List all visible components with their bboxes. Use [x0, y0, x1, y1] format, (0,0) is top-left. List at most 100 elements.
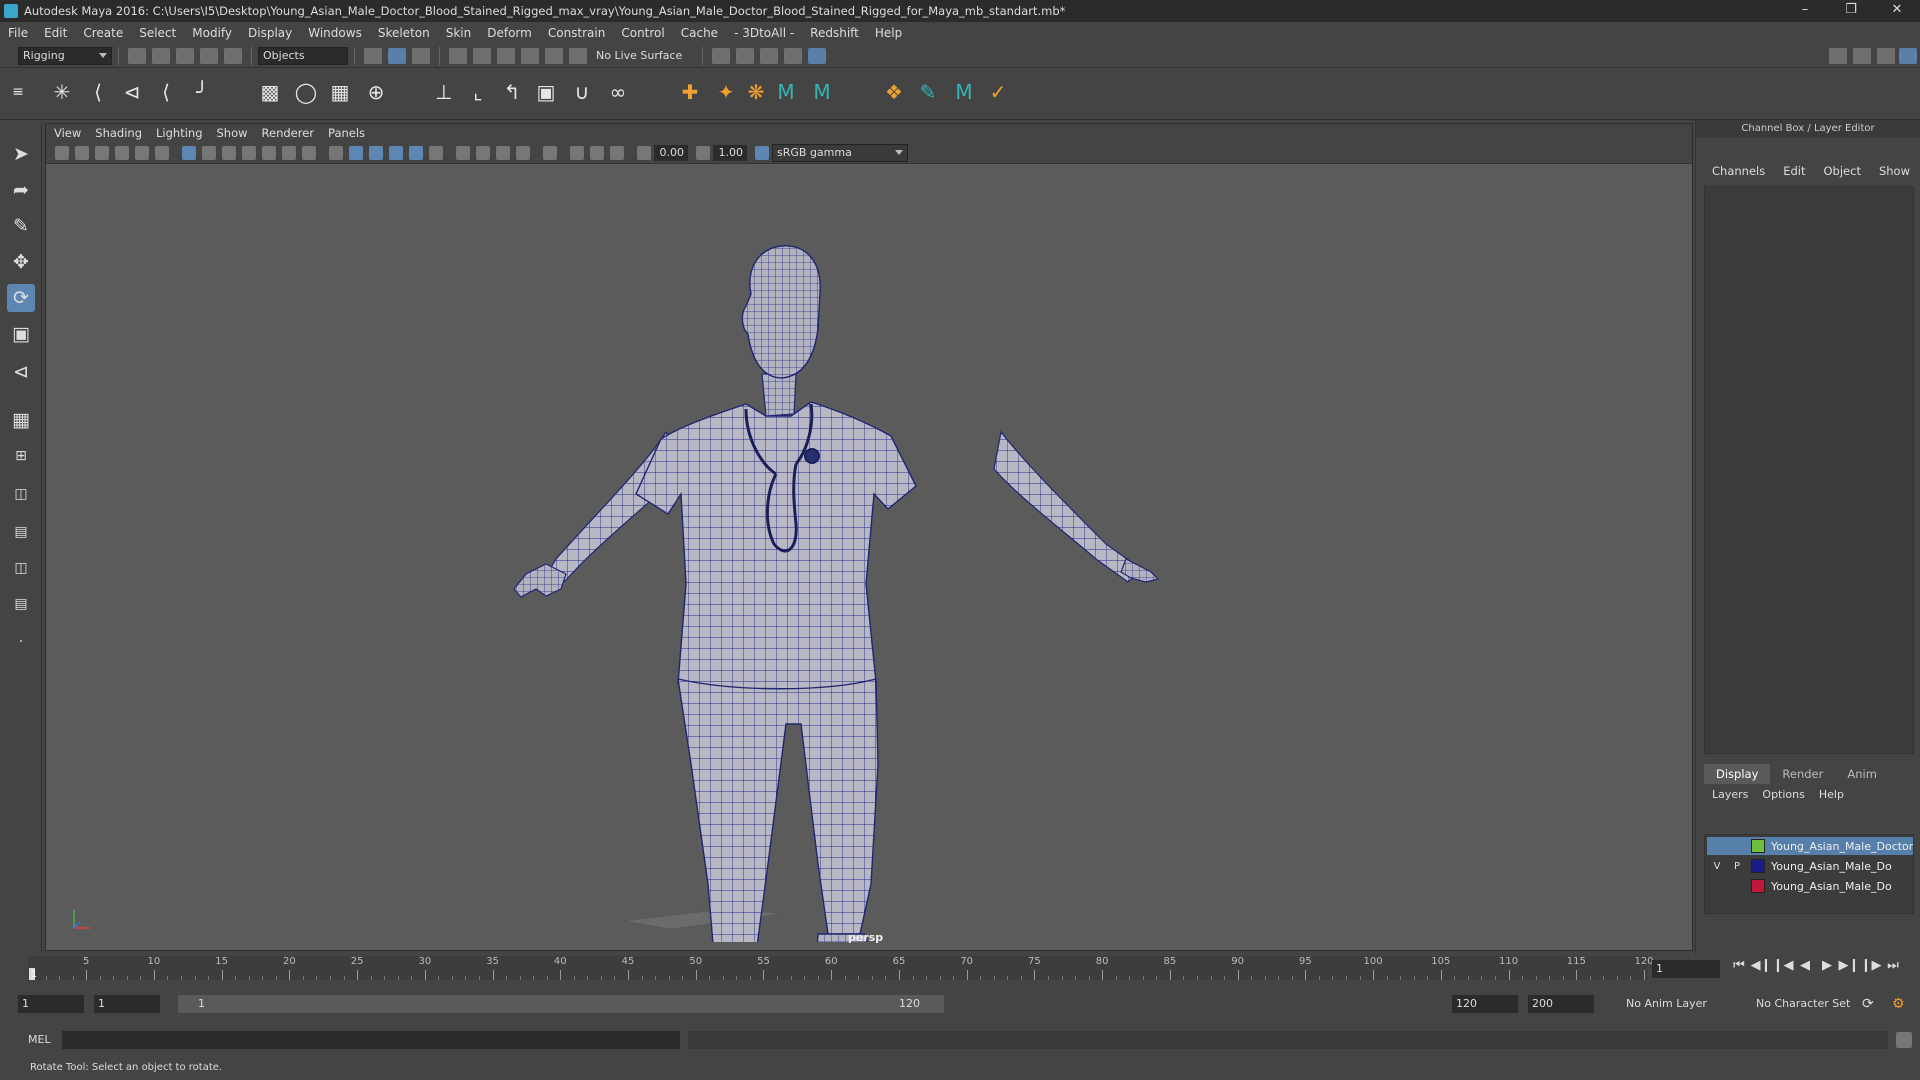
paint-weights-icon[interactable]: ◯ [292, 78, 320, 106]
deformer-icon[interactable]: ❖ [880, 78, 908, 106]
layer-visibility-toggle[interactable]: V [1707, 861, 1727, 872]
step-back-key-icon[interactable]: ❙◀ [1772, 958, 1794, 973]
viewport-menu-view[interactable]: View [54, 126, 81, 140]
open-scene-icon[interactable] [152, 47, 170, 64]
menu-windows[interactable]: Windows [308, 26, 362, 40]
tool-settings-icon[interactable] [1877, 47, 1895, 64]
paint-select-icon[interactable]: ✎ [7, 212, 35, 240]
menu-3dtoall[interactable]: - 3DtoAll - [734, 26, 794, 40]
scale-constraint-icon[interactable]: ▣ [532, 78, 560, 106]
joint-tool-icon[interactable]: ✳ [48, 78, 76, 106]
step-forward-frame-icon[interactable]: ❙▶ [1860, 958, 1882, 973]
time-slider-track[interactable]: 5 10 15 20 25 30 35 40 45 50 55 60 65 70 75 80 85 90 95 100… [28, 956, 1654, 980]
grease-pencil-icon[interactable] [155, 145, 169, 160]
script-language-label[interactable]: MEL [28, 1033, 51, 1046]
layer-row[interactable]: Young_Asian_Male_Doctor_B [1707, 837, 1913, 855]
cluster-icon[interactable]: ⊕ [362, 78, 390, 106]
undo-icon[interactable] [200, 47, 218, 64]
screen-space-ao-icon[interactable] [456, 145, 470, 160]
check-icon[interactable]: ✓ [984, 78, 1012, 106]
animation-start-field[interactable]: 1 [18, 995, 84, 1013]
select-component-icon[interactable] [412, 47, 430, 64]
hypershade-icon[interactable] [808, 47, 827, 64]
playback-start-field[interactable]: 1 [94, 995, 160, 1013]
layer-color-swatch[interactable] [1751, 879, 1765, 893]
orient-joint-icon[interactable]: ⟨ [152, 78, 180, 106]
character-set-dropdown[interactable]: No Character Set [1756, 995, 1850, 1013]
brush-icon[interactable]: ✎ [914, 78, 942, 106]
render-settings-icon[interactable] [712, 47, 731, 64]
menu-cache[interactable]: Cache [681, 26, 718, 40]
menu-deform[interactable]: Deform [487, 26, 532, 40]
playback-end-field[interactable]: 120 [1452, 995, 1518, 1013]
maya-script-icon-2[interactable]: M [808, 78, 836, 106]
step-back-frame-icon[interactable]: ◀❙ [1750, 958, 1772, 973]
ik-handle-icon[interactable]: ╯ [188, 78, 216, 106]
channel-menu-object[interactable]: Object [1824, 164, 1861, 182]
wireframe-icon[interactable] [329, 145, 343, 160]
gate-mask-icon[interactable] [242, 145, 256, 160]
channel-list-panel[interactable] [1704, 186, 1914, 754]
menu-help[interactable]: Help [875, 26, 902, 40]
smooth-shade-icon[interactable] [349, 145, 363, 160]
menu-select[interactable]: Select [139, 26, 176, 40]
pole-vector-icon[interactable]: ∞ [604, 78, 632, 106]
layer-playback-toggle[interactable]: P [1727, 861, 1747, 872]
single-perspective-layout-icon[interactable]: ▦ [7, 406, 35, 434]
channel-menu-show[interactable]: Show [1879, 164, 1910, 182]
maya-script-icon-3[interactable]: M [950, 78, 978, 106]
lasso-tool-icon[interactable]: ➦ [7, 176, 35, 204]
camera-attributes-icon[interactable] [75, 145, 89, 160]
point-constraint-icon[interactable]: ⌞ [464, 78, 492, 106]
parent-constraint-icon[interactable]: ⊥ [430, 78, 458, 106]
channel-menu-edit[interactable]: Edit [1783, 164, 1805, 182]
xray-icon[interactable] [570, 145, 584, 160]
depth-of-field-icon[interactable] [516, 145, 530, 160]
maya-script-icon-1[interactable]: M [772, 78, 800, 106]
auto-key-icon[interactable]: ⟳ [1862, 995, 1874, 1013]
step-forward-key-icon[interactable]: ▶❙ [1838, 958, 1860, 973]
2d-pan-zoom-icon[interactable] [135, 145, 149, 160]
select-hierarchy-icon[interactable] [364, 47, 382, 64]
anti-aliasing-icon[interactable] [496, 145, 510, 160]
attribute-editor-icon[interactable] [1853, 47, 1871, 64]
snap-grid-icon[interactable] [449, 47, 467, 64]
insert-joint-icon[interactable]: ⟨ [84, 78, 112, 106]
modeling-toolkit-icon[interactable] [1829, 47, 1847, 64]
xray-active-icon[interactable] [590, 145, 604, 160]
textured-icon[interactable] [389, 145, 403, 160]
tab-render[interactable]: Render [1770, 764, 1835, 784]
scale-tool-icon[interactable]: ▣ [7, 320, 35, 348]
snap-surface-icon[interactable] [545, 47, 563, 64]
resolution-gate-icon[interactable] [222, 145, 236, 160]
wireframe-on-shaded-icon[interactable] [369, 145, 383, 160]
field-chart-icon[interactable] [262, 145, 276, 160]
isolate-select-icon[interactable] [543, 145, 557, 160]
safe-action-icon[interactable] [282, 145, 296, 160]
animation-preferences-icon[interactable]: ⚙ [1892, 995, 1905, 1013]
go-to-start-icon[interactable]: ⏮ [1728, 958, 1750, 973]
menu-edit[interactable]: Edit [44, 26, 67, 40]
ik-spline-icon[interactable]: ✦ [712, 78, 740, 106]
menu-control[interactable]: Control [621, 26, 664, 40]
render-frame-icon[interactable] [736, 47, 755, 64]
channel-box-toggle-icon[interactable] [1899, 47, 1917, 64]
layer-row[interactable]: V P Young_Asian_Male_Do [1707, 857, 1913, 875]
command-input[interactable] [62, 1031, 680, 1049]
script-editor-icon[interactable] [1896, 1032, 1912, 1048]
color-space-dropdown[interactable]: sRGB gamma [772, 143, 908, 162]
color-management-icon[interactable] [755, 145, 769, 160]
orient-constraint-icon[interactable]: ↰ [498, 78, 526, 106]
layer-color-swatch[interactable] [1751, 839, 1765, 853]
rotate-tool-icon[interactable]: ⟳ [7, 284, 35, 312]
viewport-menu-panels[interactable]: Panels [328, 126, 365, 140]
image-plane-icon[interactable] [115, 145, 129, 160]
snap-curve-icon[interactable] [473, 47, 491, 64]
use-all-lights-icon[interactable] [409, 145, 423, 160]
xray-joints-icon[interactable] [610, 145, 624, 160]
viewport-menu-shading[interactable]: Shading [95, 126, 142, 140]
restore-button[interactable]: ❐ [1828, 0, 1874, 22]
menu-display[interactable]: Display [248, 26, 292, 40]
new-scene-icon[interactable] [128, 47, 146, 64]
viewport-menu-lighting[interactable]: Lighting [156, 126, 202, 140]
